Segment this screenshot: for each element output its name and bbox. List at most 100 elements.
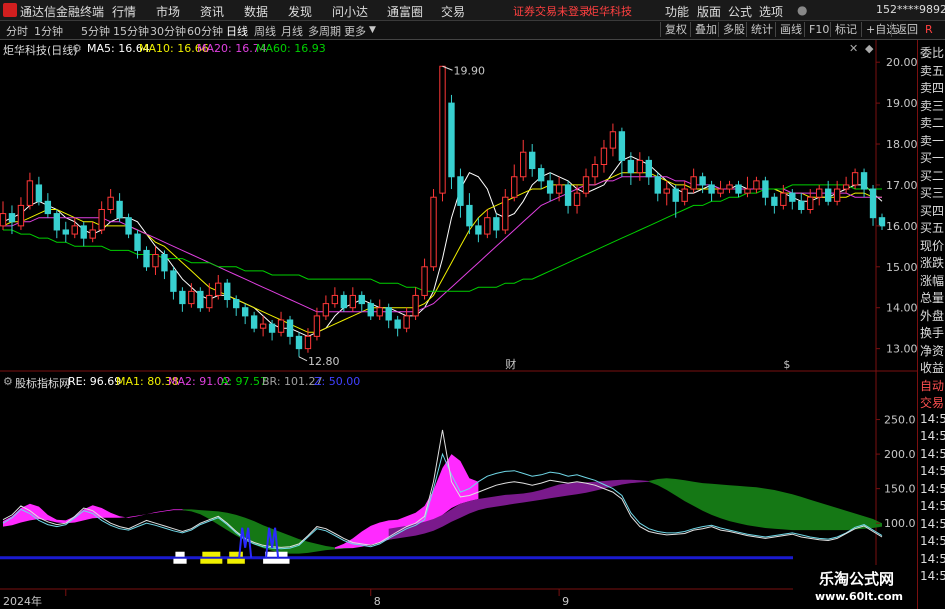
quote-row-0: 委比 (920, 46, 945, 60)
menu-data[interactable]: 数据 (244, 3, 268, 20)
right-edge-r[interactable]: R (921, 22, 937, 37)
main-ytick-label: 17.00 (886, 179, 917, 192)
candle-body (555, 184, 563, 194)
user-icon[interactable]: ● (797, 3, 807, 17)
indicator-name: 股标指标网 (15, 377, 70, 390)
candle-body (627, 159, 635, 174)
quote-row-20: 交易 (920, 396, 945, 410)
stock-title: 炬华科技(日线) (3, 44, 78, 57)
btn-mark[interactable]: 标记 (830, 22, 861, 37)
candle-body (609, 131, 617, 149)
tab-30min[interactable]: 30分钟 (150, 23, 186, 39)
tab-5min[interactable]: 5分钟 (81, 23, 110, 39)
candle-body (179, 290, 186, 305)
candle-body (277, 319, 285, 333)
candle-body (304, 335, 312, 350)
login-warning[interactable]: 证券交易未登录 (513, 3, 590, 19)
btn-back[interactable]: 返回 (891, 22, 922, 37)
re-label: RE: 96.69 (68, 375, 122, 388)
tab-1min[interactable]: 1分钟 (34, 23, 63, 39)
settings-icon[interactable]: ⚙ (72, 42, 82, 55)
candle-body (35, 184, 43, 202)
candle-body (869, 188, 877, 219)
panel-settings-icon[interactable]: ◆ (865, 42, 873, 55)
signal-marker (263, 558, 290, 564)
candle-body (636, 159, 644, 174)
btn-adjust[interactable]: 复权 (660, 22, 691, 37)
main-ytick-label: 15.00 (886, 261, 917, 274)
close-icon[interactable]: ✕ (849, 42, 858, 55)
candle-body (493, 217, 500, 231)
candle-body (349, 294, 356, 309)
menu-news[interactable]: 资讯 (200, 3, 224, 20)
candle-body (421, 266, 428, 296)
candle-body (529, 151, 536, 170)
stock-link[interactable]: 炬华科技 (588, 3, 632, 19)
signal-marker-top (229, 551, 243, 557)
quote-row-28: 14:56 (920, 534, 945, 548)
candle-body (152, 254, 159, 268)
candle-body (726, 184, 733, 190)
tool-function[interactable]: 功能 (665, 3, 689, 20)
menu-bazaar[interactable]: 市场 (156, 3, 180, 20)
quote-row-11: 现价 (920, 238, 945, 253)
candle-body (537, 168, 545, 182)
candle-body (484, 217, 491, 235)
quote-row-9: 买四 (920, 203, 945, 218)
candle-body (367, 303, 374, 317)
candle-body (62, 229, 69, 235)
candle-body (591, 163, 599, 178)
btn-overlay[interactable]: 叠加 (690, 22, 721, 37)
title-bar: 通达信金融终端 行情 市场 资讯 数据 发现 问小达 通富圈 交易 证券交易未登… (0, 0, 945, 21)
chevron-down-icon[interactable]: ▼ (369, 25, 376, 35)
btn-f10[interactable]: F10 (804, 22, 833, 37)
candle-body (753, 180, 760, 190)
user-phone[interactable]: 152****9892 (876, 3, 945, 16)
candle-body (654, 176, 661, 194)
z-label: Z: 50.00 (314, 375, 361, 388)
tab-timeshare[interactable]: 分时 (6, 23, 28, 39)
signal-marker (200, 558, 223, 564)
tab-weekly[interactable]: 周线 (254, 23, 276, 39)
menu-circle[interactable]: 通富圈 (387, 3, 423, 20)
quote-row-14: 总量 (920, 291, 945, 305)
tab-15min[interactable]: 15分钟 (113, 23, 149, 39)
candle-body (618, 131, 626, 161)
menu-trade[interactable]: 交易 (441, 3, 465, 20)
menu-discover[interactable]: 发现 (288, 3, 312, 20)
tool-layout[interactable]: 版面 (697, 3, 721, 20)
ind-ytick-label: 200.0 (884, 448, 916, 461)
btn-stats[interactable]: 统计 (746, 22, 777, 37)
candle-body (600, 147, 608, 165)
candle-body (771, 196, 778, 206)
candle-body (663, 188, 670, 194)
candle-body (448, 102, 455, 178)
quote-row-16: 换手 (920, 326, 945, 340)
menu-ask[interactable]: 问小达 (332, 3, 368, 20)
ind-ytick-label: 150.0 (884, 483, 916, 496)
tab-monthly[interactable]: 月线 (281, 23, 303, 39)
quote-row-23: 14:56 (920, 446, 945, 461)
btn-multi-stock[interactable]: 多股 (718, 22, 749, 37)
quote-row-22: 14:56 (920, 429, 945, 443)
tab-multi-period[interactable]: 多周期 (308, 23, 341, 39)
tool-options[interactable]: 选项 (759, 3, 783, 20)
candle-body (197, 290, 204, 309)
tab-daily[interactable]: 日线 (226, 23, 248, 39)
candle-body (672, 188, 679, 202)
quote-row-4: 卖二 (920, 116, 945, 130)
menu-market[interactable]: 行情 (112, 3, 136, 20)
btn-draw[interactable]: 画线 (775, 22, 806, 37)
candle-body (125, 217, 132, 235)
tab-60min[interactable]: 60分钟 (187, 23, 223, 39)
candle-body (789, 192, 796, 202)
tool-formula[interactable]: 公式 (728, 3, 752, 20)
tab-more[interactable]: 更多 (344, 23, 366, 39)
quote-row-13: 涨幅 (920, 273, 945, 288)
indicator-settings-icon[interactable]: ⚙ (3, 375, 13, 388)
ind-ytick-label: 250.0 (884, 414, 916, 427)
candle-body (807, 196, 814, 210)
candle-body (80, 225, 87, 239)
candle-body (645, 159, 652, 178)
candle-body (681, 188, 688, 202)
